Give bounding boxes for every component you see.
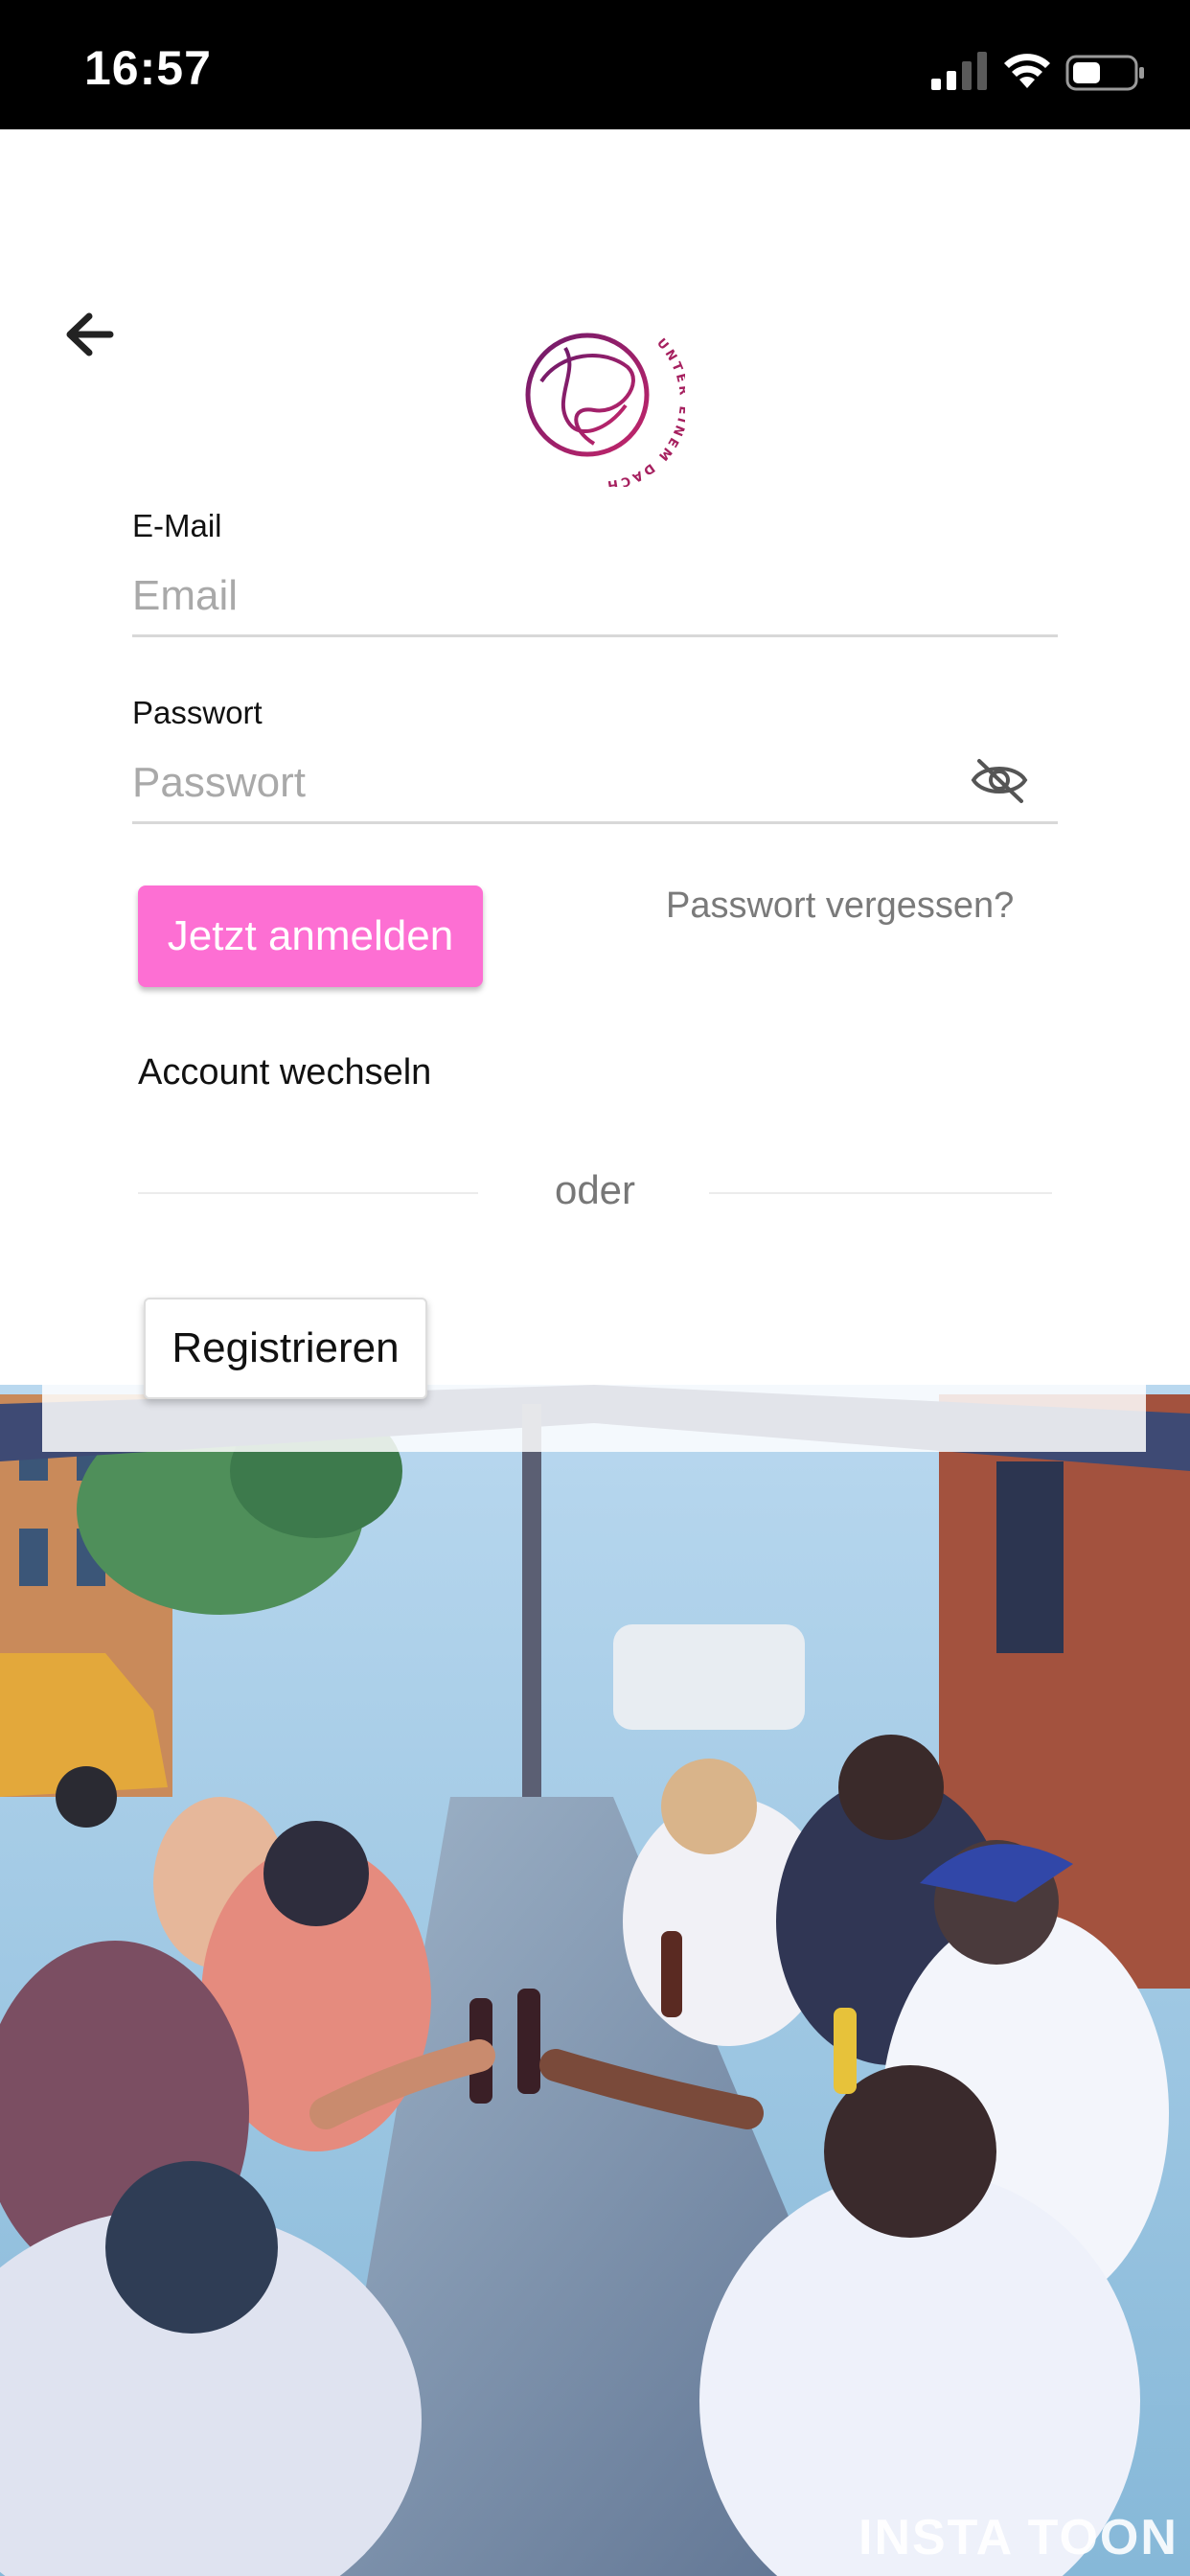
- forgot-password-link[interactable]: Passwort vergessen?: [666, 886, 1014, 927]
- status-bar: 16:57: [0, 0, 1190, 129]
- login-screen: 16:57 UNT NEM DACH E-Mail Email Passwort…: [0, 0, 1190, 2576]
- login-button[interactable]: Jetzt anmelden: [138, 886, 483, 987]
- back-button[interactable]: [59, 305, 119, 364]
- watermark-text: INSTA TOON: [858, 2510, 1179, 2565]
- switch-account-link[interactable]: Account wechseln: [138, 1052, 431, 1093]
- background-photo: [0, 1385, 1190, 2576]
- password-visibility-toggle[interactable]: [970, 753, 1029, 807]
- arrow-left-icon: [66, 312, 114, 356]
- divider-line-left: [138, 1192, 478, 1194]
- divider-label: oder: [554, 1167, 636, 1212]
- status-time: 16:57: [84, 41, 212, 95]
- email-input[interactable]: [132, 558, 1058, 637]
- password-input[interactable]: [132, 745, 1058, 824]
- divider-line-right: [709, 1192, 1052, 1194]
- signal-icon: [931, 52, 987, 90]
- email-label: E-Mail: [132, 508, 222, 543]
- wifi-icon: [1004, 54, 1050, 88]
- logo: UNTER EINEM DACH: [525, 333, 685, 487]
- password-label: Passwort: [132, 695, 263, 730]
- battery-icon: [1065, 55, 1144, 91]
- eye-slash-icon: [971, 759, 1028, 803]
- register-button[interactable]: Registrieren: [144, 1298, 427, 1399]
